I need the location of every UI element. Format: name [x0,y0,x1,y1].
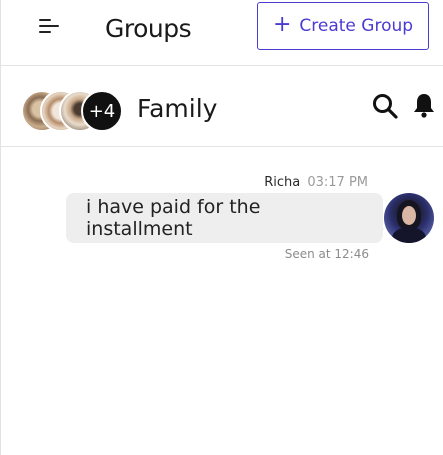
create-group-label: Create Group [299,16,414,36]
message-bubble[interactable]: i have paid for the installment [66,193,383,243]
group-name: Family [137,94,218,123]
bell-icon[interactable] [410,91,438,119]
groups-app: Groups + Create Group +4 Family Richa 03… [0,0,443,455]
member-avatars[interactable]: +4 [21,90,131,132]
message-time: 03:17 PM [307,175,368,190]
bubble-tail [371,228,385,242]
message-meta: Richa 03:17 PM [264,175,368,190]
menu-icon[interactable] [39,17,61,37]
sender-avatar[interactable] [384,193,434,243]
group-bar: +4 Family [1,67,443,147]
create-group-button[interactable]: + Create Group [257,2,429,50]
message-text: i have paid for the installment [86,196,261,240]
page-title: Groups [105,14,192,43]
message-status: Seen at 12:46 [284,247,369,261]
message-list[interactable]: Richa 03:17 PM i have paid for the insta… [1,148,443,455]
message-sender: Richa [264,175,301,190]
extra-members-count[interactable]: +4 [81,90,123,132]
search-icon[interactable] [371,92,399,120]
header: Groups + Create Group [1,0,443,66]
plus-icon: + [272,11,292,37]
